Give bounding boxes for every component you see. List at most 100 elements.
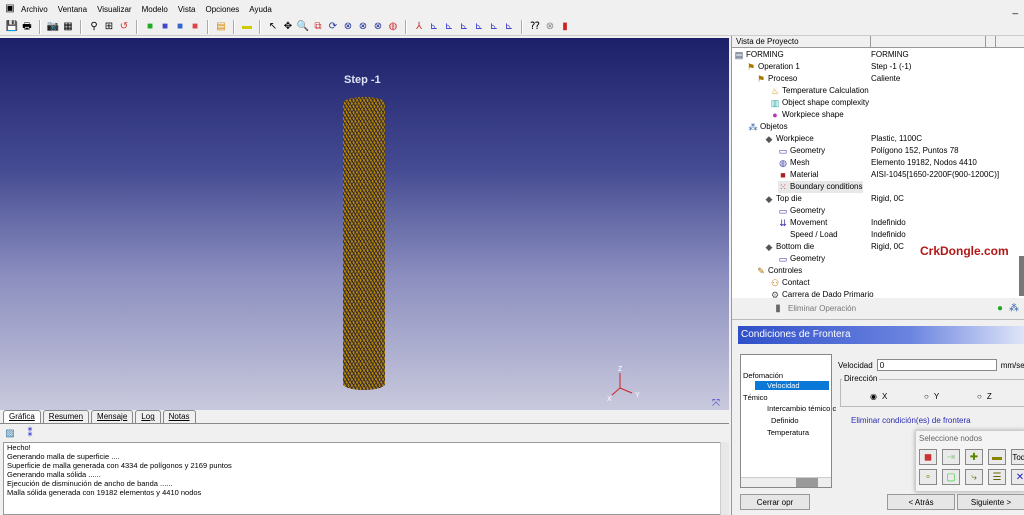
tree-item[interactable]: ▭ Geometry <box>778 205 825 217</box>
rotate-free-icon[interactable]: ⟳ <box>327 21 339 33</box>
stop-icon[interactable]: ⊗ <box>544 21 556 33</box>
tree-item[interactable]: ⁙ Boundary conditions <box>778 181 863 193</box>
select-arrow-icon[interactable]: ⇥ <box>942 449 960 465</box>
view-side-icon[interactable]: ■ <box>174 21 186 33</box>
view-py-icon[interactable]: ⊾ <box>458 21 470 33</box>
velocity-input[interactable] <box>876 359 997 371</box>
tab-mensaje[interactable]: Mensaje <box>91 410 134 423</box>
fit-icon[interactable]: ⊞ <box>103 21 115 33</box>
log-scrollbar[interactable] <box>720 442 729 515</box>
exit-icon[interactable]: ▮ <box>559 21 571 33</box>
bc-item-heat-exchange[interactable]: Intercambio témico c <box>767 404 836 413</box>
radio-y[interactable]: ○ Y <box>924 392 939 401</box>
select-rect-icon[interactable]: ▢ <box>942 469 960 485</box>
clear-selection-icon[interactable]: ✕ <box>1011 469 1024 485</box>
graphics-viewport[interactable]: Step -1 Z X Y ⤧ <box>0 38 729 410</box>
radio-x[interactable]: ◉ X <box>870 392 887 401</box>
view-axes-icon[interactable]: ⤧ <box>712 398 720 409</box>
select-path-icon[interactable]: ⤷ <box>965 469 983 485</box>
menu-ventana[interactable]: Ventana <box>53 5 92 14</box>
view-top-icon[interactable]: ■ <box>189 21 201 33</box>
tab-grafica[interactable]: Gráfica <box>3 410 41 423</box>
pan-icon[interactable]: ✥ <box>282 21 294 33</box>
view-nz-icon[interactable]: ⊾ <box>503 21 515 33</box>
window-minimize-button[interactable]: _ <box>1012 4 1018 15</box>
tree-item[interactable]: ⇊ Movement <box>778 217 827 229</box>
save-icon[interactable]: 💾 <box>6 21 18 33</box>
select-box-icon[interactable]: ◼ <box>919 449 937 465</box>
tree-item[interactable]: ▭ Geometry <box>778 253 825 265</box>
tree-item[interactable]: ♨ Temperature Calculation <box>770 85 869 97</box>
menu-archivo[interactable]: Archivo <box>16 5 53 14</box>
bc-category-thermal[interactable]: Témico <box>743 393 768 402</box>
remove-icon[interactable]: ▬ <box>988 449 1006 465</box>
trash-icon[interactable]: ▮ <box>772 303 784 315</box>
object-icon[interactable]: ▤ <box>215 21 227 33</box>
delete-boundary-link[interactable]: Eliminar condición(es) de frontera <box>851 416 971 425</box>
view-iso-icon[interactable]: ■ <box>144 21 156 33</box>
bc-item-velocidad[interactable]: Velocidad <box>755 381 829 390</box>
select-points-icon[interactable]: ∘ <box>919 469 937 485</box>
rotate-z-icon[interactable]: ⊗ <box>372 21 384 33</box>
tree-item[interactable]: ⁂ Objetos <box>748 121 788 133</box>
screenshot-icon[interactable]: ▦ <box>62 21 74 33</box>
tab-resumen[interactable]: Resumen <box>42 410 90 423</box>
tool-icon[interactable]: ⚲ <box>88 21 100 33</box>
tree-item[interactable]: ◆ Top die <box>764 193 802 205</box>
bc-category-deformation[interactable]: Defomación <box>743 371 783 380</box>
tree-item[interactable]: ▭ Geometry <box>778 145 825 157</box>
select-all-button[interactable]: Todo <box>1011 449 1024 465</box>
axes-icon[interactable]: ⅄ <box>413 21 425 33</box>
next-button[interactable]: Siguiente > <box>957 494 1024 510</box>
view-front-icon[interactable]: ■ <box>159 21 171 33</box>
tree-item[interactable]: ● Workpiece shape <box>770 109 843 121</box>
help-icon[interactable]: ⁇ <box>529 21 541 33</box>
view-ny-icon[interactable]: ⊾ <box>473 21 485 33</box>
tree-item[interactable]: ⚑ Operation 1 <box>746 61 800 73</box>
objects-icon[interactable]: ⁂ <box>1008 303 1020 315</box>
menu-ayuda[interactable]: Ayuda <box>244 5 277 14</box>
zoom-icon[interactable]: 🔍 <box>297 21 309 33</box>
select-rows-icon[interactable]: ☰ <box>988 469 1006 485</box>
tree-item[interactable]: ◆ Bottom die <box>764 241 815 253</box>
tree-item[interactable]: ⚑ Proceso <box>756 73 797 85</box>
pointer-icon[interactable]: ↖ <box>267 21 279 33</box>
tree-item[interactable]: ◍ Mesh <box>778 157 810 169</box>
tree-item[interactable]: Speed / Load <box>790 229 838 241</box>
menu-opciones[interactable]: Opciones <box>201 5 245 14</box>
print-icon[interactable]: 🖶 <box>21 21 33 33</box>
menu-visualizar[interactable]: Visualizar <box>92 5 137 14</box>
tree-item[interactable]: ✎ Controles <box>756 265 802 277</box>
tree-item[interactable]: ■ Material <box>778 169 818 181</box>
tab-notas[interactable]: Notas <box>162 410 196 423</box>
tree-item[interactable]: ▤ FORMING <box>734 49 784 61</box>
tree-scrollbar[interactable] <box>1019 256 1024 296</box>
radio-z[interactable]: ○ Z <box>977 392 992 401</box>
view-px-icon[interactable]: ⊾ <box>428 21 440 33</box>
rotate-y-icon[interactable]: ⊗ <box>357 21 369 33</box>
menu-vista[interactable]: Vista <box>173 5 201 14</box>
bc-item-temperature[interactable]: Temperatura <box>767 428 809 437</box>
nodes-icon[interactable]: ⁑ <box>24 428 36 440</box>
tree-item[interactable]: ⚙ Carrera de Dado Primario <box>770 289 874 298</box>
tree-item[interactable]: ⚇ Contact <box>770 277 810 289</box>
close-operation-button[interactable]: Cerrar opr <box>740 494 810 510</box>
rotate-icon[interactable]: ↺ <box>118 21 130 33</box>
bc-list-scrollbar[interactable] <box>741 477 831 487</box>
zoom-box-icon[interactable]: ⧉ <box>312 21 324 33</box>
rotate-x-icon[interactable]: ⊗ <box>342 21 354 33</box>
add-icon[interactable]: ✚ <box>965 449 983 465</box>
reset-view-icon[interactable]: ◍ <box>387 21 399 33</box>
camera-icon[interactable]: 📷 <box>47 21 59 33</box>
bc-item-defined[interactable]: Definido <box>771 416 799 425</box>
delete-operation-button[interactable]: Eliminar Operación <box>788 304 856 313</box>
ruler-icon[interactable]: ▬ <box>241 21 253 33</box>
view-nx-icon[interactable]: ⊾ <box>443 21 455 33</box>
view-pz-icon[interactable]: ⊾ <box>488 21 500 33</box>
tab-log[interactable]: Log <box>135 410 161 423</box>
chart-icon[interactable]: ▨ <box>4 428 16 440</box>
tree-item[interactable]: ▥ Object shape complexity <box>770 97 869 109</box>
tree-item[interactable]: ◆ Workpiece <box>764 133 814 145</box>
back-button[interactable]: < Atrás <box>887 494 955 510</box>
menu-modelo[interactable]: Modelo <box>137 5 173 14</box>
